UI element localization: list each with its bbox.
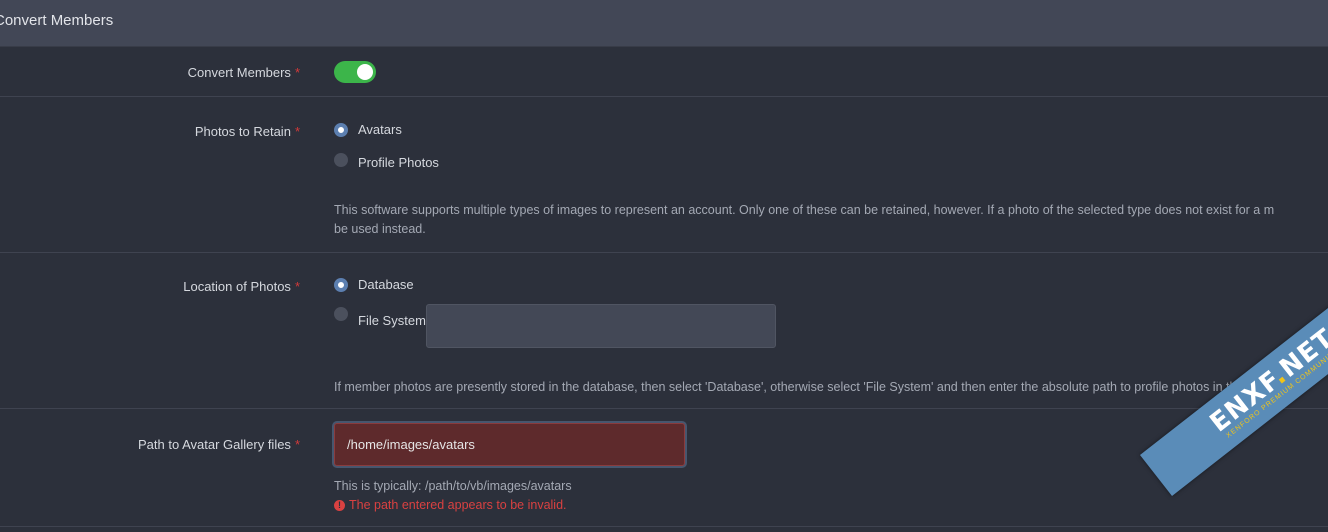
radio-avatars-label: Avatars	[358, 122, 402, 137]
required-marker: *	[294, 65, 300, 80]
radio-file-system-label: File System	[358, 313, 426, 328]
radio-profile-photos-label: Profile Photos	[358, 155, 439, 170]
avatar-gallery-hint: This is typically: /path/to/vb/images/av…	[334, 479, 572, 493]
radio-database-label: Database	[358, 277, 414, 292]
required-marker: *	[294, 279, 300, 294]
required-marker: *	[294, 124, 300, 139]
toggle-knob	[357, 64, 373, 80]
location-of-photos-label: Location of Photos *	[183, 279, 300, 294]
avatar-gallery-error: ! The path entered appears to be invalid…	[334, 498, 567, 512]
radio-file-system[interactable]: File System	[334, 306, 426, 328]
photos-to-retain-hint: This software supports multiple types of…	[334, 203, 1275, 236]
radio-selected-icon	[334, 122, 348, 137]
radio-database[interactable]: Database	[334, 277, 414, 292]
convert-members-label: Convert Members *	[187, 65, 300, 80]
radio-selected-icon	[334, 277, 348, 292]
avatar-gallery-label: Path to Avatar Gallery files *	[137, 437, 300, 452]
photos-to-retain-label: Photos to Retain *	[194, 124, 300, 139]
convert-members-toggle[interactable]	[334, 61, 376, 83]
file-system-path-input[interactable]	[426, 304, 776, 348]
radio-avatars[interactable]: Avatars	[334, 122, 402, 137]
required-marker: *	[294, 437, 300, 452]
avatar-gallery-path-input[interactable]: /home/images/avatars	[334, 423, 685, 466]
radio-profile-photos[interactable]: Profile Photos	[334, 152, 439, 170]
radio-unselected-icon	[334, 306, 348, 321]
section-header: Convert Members	[0, 0, 1328, 47]
error-icon: !	[334, 499, 345, 511]
section-title: Convert Members	[0, 12, 114, 29]
location-of-photos-hint: If member photos are presently stored in…	[334, 380, 1258, 394]
error-message: The path entered appears to be invalid.	[349, 498, 567, 512]
radio-unselected-icon	[334, 152, 348, 167]
